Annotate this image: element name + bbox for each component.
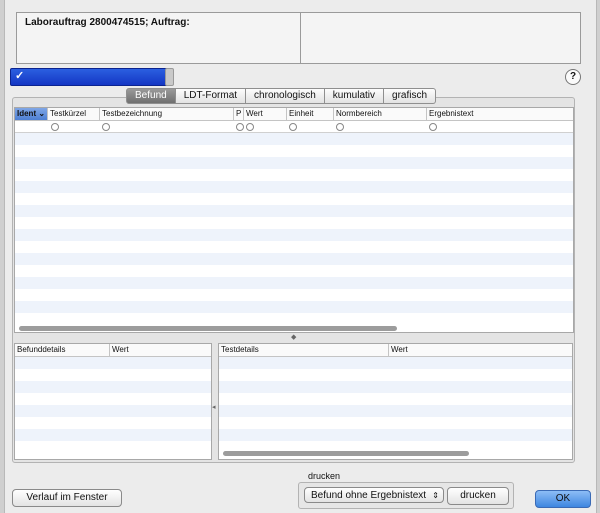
table-row [15,369,211,381]
table-row [219,405,572,417]
table-row [15,133,573,145]
split-handle-icon[interactable]: ◆ [291,333,296,341]
order-title: Laborauftrag 2800474515; Auftrag: [25,17,190,28]
table-row [15,229,573,241]
vertical-split-handle-icon[interactable]: ◂ [212,403,216,411]
print-option-select[interactable]: Befund ohne Ergebnistext ⇕ [304,487,444,503]
column-header-befunddetails[interactable]: Befunddetails [15,344,110,356]
results-table: Ident ⌄ Testkürzel Testbezeichnung P Wer… [14,107,574,333]
print-group-label: drucken [308,471,341,481]
table-row [15,181,573,193]
order-info-left: Laborauftrag 2800474515; Auftrag: [17,13,301,63]
filter-radio[interactable] [289,123,297,131]
column-header-testdetails[interactable]: Testdetails [219,344,389,356]
tab-grafisch[interactable]: grafisch [384,88,437,104]
table-row [15,253,573,265]
table-row [15,429,211,441]
selector-resize-handle[interactable] [165,68,174,86]
table-row [15,241,573,253]
print-option-value: Befund ohne Ergebnistext [311,490,427,501]
column-header-ergebnistext[interactable]: Ergebnistext [427,108,573,120]
table-row [219,393,572,405]
table-row [15,157,573,169]
test-details-table: Testdetails Wert [218,343,573,460]
ok-button[interactable]: OK [535,490,591,508]
column-header-testbezeichnung[interactable]: Testbezeichnung [100,108,234,120]
column-header-wert[interactable]: Wert [110,344,211,356]
table-row [15,301,573,313]
order-info-box: Laborauftrag 2800474515; Auftrag: [16,12,581,64]
column-header-einheit[interactable]: Einheit [287,108,334,120]
column-header-normbereich[interactable]: Normbereich [334,108,427,120]
column-header-wert[interactable]: Wert [389,344,572,356]
filter-radio[interactable] [336,123,344,131]
horizontal-scrollbar[interactable] [19,326,397,331]
history-window-button[interactable]: Verlauf im Fenster [12,489,122,507]
tab-ldt-format[interactable]: LDT-Format [175,88,247,104]
filter-radio[interactable] [102,123,110,131]
table-row [219,429,572,441]
table-row [15,277,573,289]
horizontal-scrollbar[interactable] [223,451,469,456]
results-table-header: Ident ⌄ Testkürzel Testbezeichnung P Wer… [15,108,573,121]
table-row [15,357,211,369]
help-button[interactable]: ? [565,69,581,85]
column-header-testkuerzel[interactable]: Testkürzel [48,108,100,120]
table-row [15,265,573,277]
table-row [15,405,211,417]
filter-radio[interactable] [246,123,254,131]
checkmark-icon: ✓ [15,70,25,82]
tab-chronologisch[interactable]: chronologisch [246,88,325,104]
table-row [15,145,573,157]
filter-radio[interactable] [51,123,59,131]
view-tabs: Befund LDT-Format chronologisch kumulati… [126,88,437,104]
table-row [15,217,573,229]
table-row [15,289,573,301]
table-row [219,357,572,369]
filter-radio[interactable] [236,123,244,131]
table-row [15,205,573,217]
order-selector[interactable]: ✓ [10,68,172,86]
print-button[interactable]: drucken [447,487,509,505]
select-arrows-icon: ⇕ [432,491,439,500]
column-header-wert[interactable]: Wert [244,108,287,120]
filter-radio[interactable] [429,123,437,131]
test-details-header: Testdetails Wert [219,344,572,357]
table-row [15,381,211,393]
column-header-p[interactable]: P [234,108,244,120]
tab-kumulativ[interactable]: kumulativ [324,88,385,104]
filter-row [15,121,573,133]
table-row [15,393,211,405]
findings-details-table: Befunddetails Wert [14,343,212,460]
table-row [219,417,572,429]
table-row [219,381,572,393]
tab-befund[interactable]: Befund [126,88,176,104]
table-row [15,193,573,205]
table-row [15,417,211,429]
table-row [219,369,572,381]
findings-details-header: Befunddetails Wert [15,344,211,357]
column-header-ident[interactable]: Ident ⌄ [15,108,48,120]
sort-indicator-icon: ⌄ [38,109,46,118]
table-row [15,441,211,453]
table-row [15,169,573,181]
